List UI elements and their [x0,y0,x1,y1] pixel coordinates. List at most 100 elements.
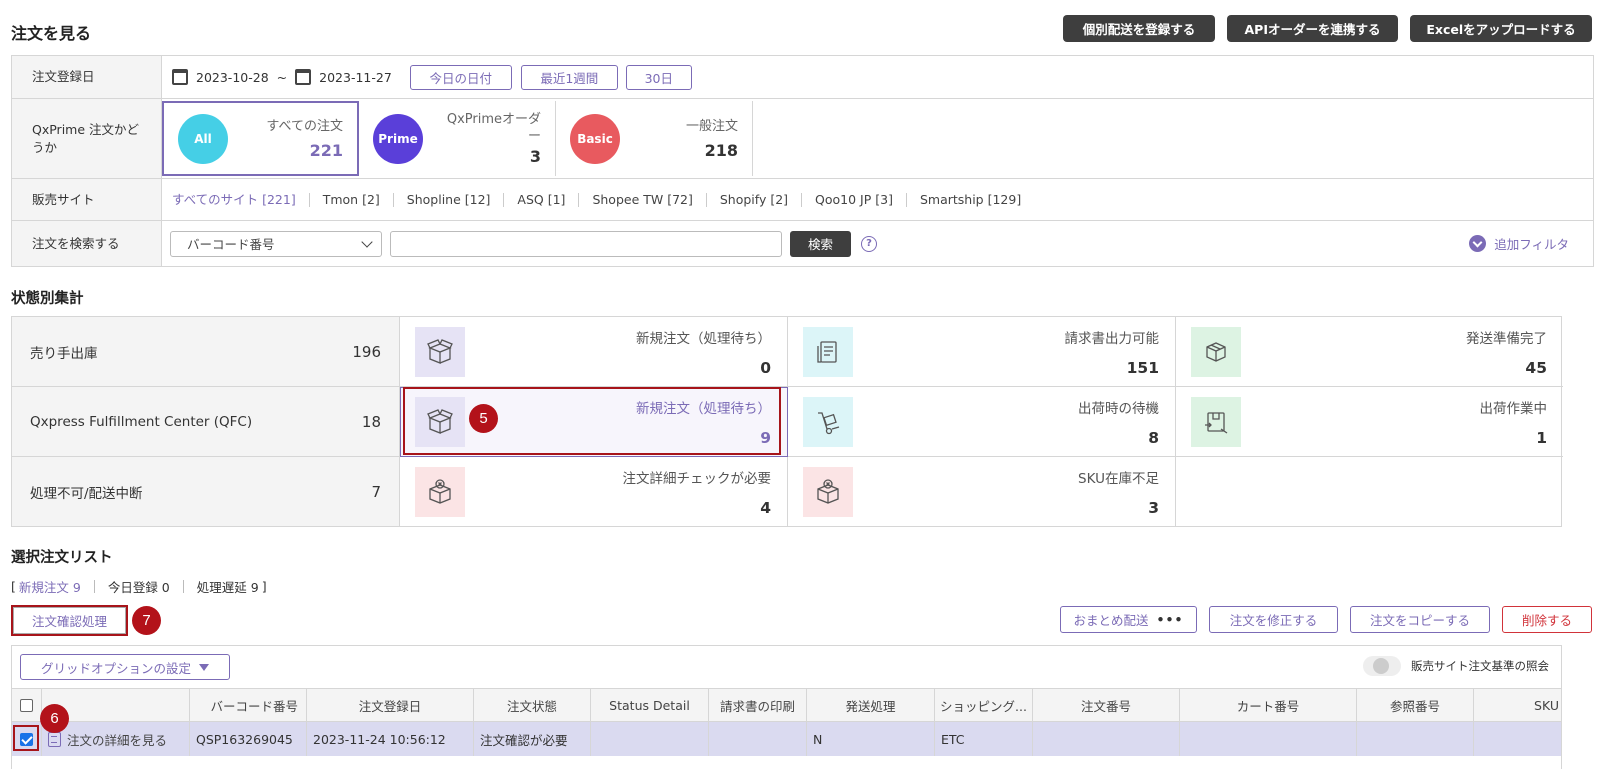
status-cell[interactable]: 新規注文（処理待ち） 0 [400,317,788,387]
cell-order-number [1033,722,1180,756]
select-all-checkbox[interactable] [20,698,33,712]
tab-new-orders[interactable]: 新規注文 9 [19,577,81,596]
status-row-name: 売り手出庫 [30,345,98,362]
header-invoice-print[interactable]: 請求書の印刷 [709,689,807,721]
grid-options-button[interactable]: グリッドオプションの設定 [20,654,230,680]
qxprime-filter-row: QxPrime 注文かどうか All すべての注文 221 Prime QxPr… [12,99,1593,179]
calendar-icon[interactable] [295,69,312,85]
qxprime-card-all[interactable]: All すべての注文 221 [162,101,359,176]
search-button[interactable]: 検索 [790,230,852,257]
header-sku[interactable]: SKU [1474,689,1561,721]
start-date[interactable]: 2023-10-28 [196,70,269,85]
calendar-icon[interactable] [172,69,188,85]
all-badge: All [178,113,228,164]
edit-order-button[interactable]: 注文を修正する [1209,606,1338,633]
help-icon[interactable]: ? [861,235,878,252]
add-filter-label: 追加フィルタ [1494,237,1569,252]
header-status-detail[interactable]: Status Detail [591,689,709,721]
qxprime-card-count: 3 [529,147,541,166]
list-section-title: 選択注文リスト [11,550,113,566]
box-error-icon [415,467,465,517]
status-section-title: 状態別集計 [11,291,84,307]
end-date[interactable]: 2023-11-27 [319,70,392,85]
status-cell-count: 45 [1525,359,1547,377]
header-order-number[interactable]: 注文番号 [1033,689,1180,721]
header-order-status[interactable]: 注文状態 [474,689,591,721]
status-cell-count: 9 [760,429,771,447]
confirm-order-button[interactable]: 注文確認処理 [13,607,126,634]
site-item-asq[interactable]: ASQ [1] [504,192,580,207]
annotation-badge: 7 [132,606,161,635]
list-actions: おまとめ配送 ••• 注文を修正する 注文をコピーする 削除する [1060,606,1592,633]
site-item-shopline[interactable]: Shopline [12] [394,192,505,207]
qxprime-card-basic[interactable]: Basic 一般注文 218 [556,101,753,176]
status-cell[interactable]: 発送準備完了 45 [1176,317,1563,387]
hand-truck-icon [803,397,853,447]
last-week-button[interactable]: 最近1週間 [520,64,618,90]
order-detail-label: 注文の詳細を見る [67,732,168,748]
link-api-order-button[interactable]: APIオーダーを連携する [1227,15,1398,42]
tab-separator [182,580,184,593]
cell-order-status: 注文確認が必要 [474,722,591,756]
status-row-seller-shipping[interactable]: 売り手出庫 196 [12,317,400,387]
cell-invoice-print [709,722,807,756]
header-barcode[interactable]: バーコード番号 [190,689,307,721]
header-reference-number[interactable]: 参照番号 [1357,689,1474,721]
site-item-tmon[interactable]: Tmon [2] [310,192,394,207]
chevron-down-circle-icon [1469,235,1487,252]
qxprime-card-prime[interactable]: Prime QxPrimeオーダー 3 [359,101,556,176]
site-basis-toggle-label: 販売サイト注文基準の照会 [1411,659,1549,673]
status-row-unprocessable[interactable]: 処理不可/配送中断 7 [12,457,400,526]
status-cell-selected[interactable]: 新規注文（処理待ち） 9 [400,387,788,457]
add-filter-button[interactable]: 追加フィルタ [1469,234,1569,253]
box-error-icon [803,467,853,517]
basic-badge: Basic [570,113,620,164]
page-title: 注文を見る [11,24,92,43]
copy-order-button[interactable]: 注文をコピーする [1350,606,1490,633]
status-cell-count: 0 [760,359,771,377]
chevron-down-icon [361,235,373,248]
search-type-value: バーコード番号 [187,237,275,252]
header-cart-number[interactable]: カート番号 [1180,689,1357,721]
site-item-shopify[interactable]: Shopify [2] [707,192,803,207]
qxprime-card-count: 221 [309,140,343,160]
site-item-shopee-tw[interactable]: Shopee TW [72] [579,192,707,207]
qxprime-card-label: 一般注文 [685,118,738,134]
status-cell-label: 新規注文（処理待ち） [636,331,771,347]
last-30-days-button[interactable]: 30日 [625,64,692,90]
status-cell[interactable]: 出荷時の待機 8 [788,387,1176,457]
table-row[interactable]: 注文の詳細を見る QSP163269045 2023-11-24 10:56:1… [12,722,1561,756]
search-type-select[interactable]: バーコード番号 [170,230,382,257]
site-item-all[interactable]: すべてのサイト [221] [172,192,310,207]
status-cell[interactable]: SKU在庫不足 3 [788,457,1176,526]
grid-header: バーコード番号 注文登録日 注文状態 Status Detail 請求書の印刷 … [12,688,1561,722]
bundle-shipping-button[interactable]: おまとめ配送 ••• [1060,606,1197,633]
cell-shipping: N [807,722,935,756]
invoice-icon [803,327,853,377]
status-cell[interactable]: 注文詳細チェックが必要 4 [400,457,788,526]
annotation-badge: 6 [40,704,69,733]
status-cell-label: 出荷時の待機 [1078,401,1159,417]
status-cell[interactable]: 出荷作業中 1 [1176,387,1563,457]
site-item-smartship[interactable]: Smartship [129] [907,192,1034,207]
tab-delayed[interactable]: 処理遅延 9 [197,577,259,596]
row-checkbox[interactable] [20,732,33,746]
status-row-count: 18 [361,412,381,431]
search-input[interactable] [390,230,782,257]
order-grid: グリッドオプションの設定 販売サイト注文基準の照会 バーコード番号 注文登録日 … [11,645,1562,769]
site-item-qoo10-jp[interactable]: Qoo10 JP [3] [802,192,907,207]
cell-barcode: QSP163269045 [190,722,307,756]
tab-today[interactable]: 今日登録 0 [108,577,170,596]
register-individual-delivery-button[interactable]: 個別配送を登録する [1063,15,1215,42]
upload-excel-button[interactable]: Excelをアップロードする [1410,15,1592,42]
status-cell[interactable]: 請求書出力可能 151 [788,317,1176,387]
header-shipping[interactable]: 発送処理 [807,689,935,721]
header-registered-date[interactable]: 注文登録日 [307,689,474,721]
site-basis-toggle[interactable] [1363,656,1401,676]
status-row-qfc[interactable]: Qxpress Fulfillment Center (QFC) 18 [12,387,400,457]
delete-button[interactable]: 削除する [1502,606,1592,633]
header-shopping[interactable]: ショッピング... [935,689,1033,721]
cell-shopping: ETC [935,722,1033,756]
today-button[interactable]: 今日の日付 [409,64,512,90]
box-open-icon [415,397,465,447]
